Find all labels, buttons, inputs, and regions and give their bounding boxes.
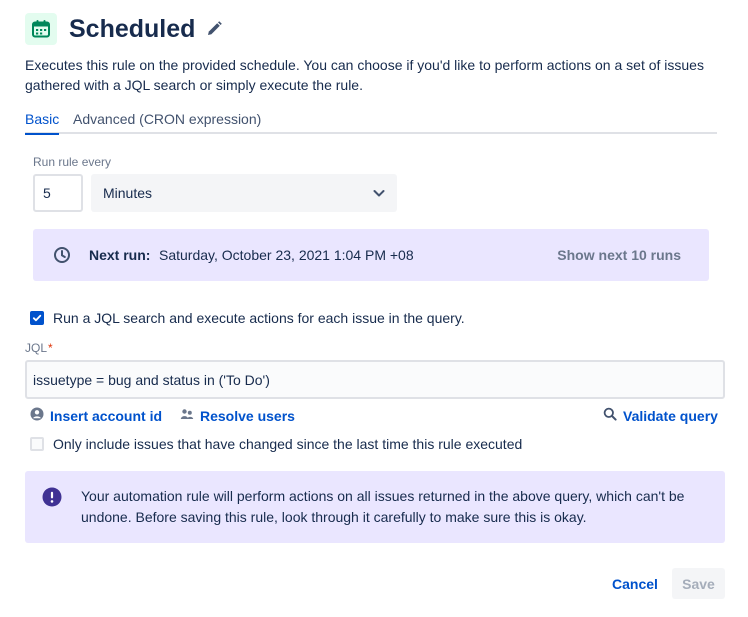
required-marker: * bbox=[48, 341, 53, 355]
chevron-down-icon bbox=[371, 185, 387, 204]
tab-list: Basic Advanced (CRON expression) bbox=[25, 109, 717, 135]
insert-account-id-link[interactable]: Insert account id bbox=[30, 407, 162, 424]
next-run-value: Saturday, October 23, 2021 1:04 PM +08 bbox=[159, 247, 414, 263]
jql-search-checkbox-label: Run a JQL search and execute actions for… bbox=[53, 310, 465, 326]
person-icon bbox=[30, 407, 50, 424]
changed-since-checkbox[interactable] bbox=[30, 437, 44, 451]
warning-text: Your automation rule will perform action… bbox=[81, 488, 685, 525]
calendar-icon bbox=[25, 13, 57, 45]
trigger-header: Scheduled bbox=[25, 13, 223, 45]
jql-input[interactable]: issuetype = bug and status in ('To Do') bbox=[25, 360, 725, 399]
changed-since-checkbox-row[interactable]: Only include issues that have changed si… bbox=[30, 436, 522, 452]
warning-panel: Your automation rule will perform action… bbox=[25, 471, 725, 543]
show-next-runs-button[interactable]: Show next 10 runs bbox=[557, 247, 681, 263]
tab-basic[interactable]: Basic bbox=[25, 111, 60, 135]
save-button[interactable]: Save bbox=[672, 568, 725, 599]
interval-unit-select[interactable]: Minutes bbox=[91, 174, 397, 212]
exclamation-icon bbox=[42, 487, 62, 512]
jql-search-checkbox[interactable] bbox=[30, 311, 44, 325]
tab-advanced-cron[interactable]: Advanced (CRON expression) bbox=[73, 111, 261, 133]
jql-label: JQL* bbox=[25, 341, 53, 355]
clock-icon bbox=[53, 246, 71, 269]
changed-since-checkbox-label: Only include issues that have changed si… bbox=[53, 436, 523, 452]
interval-input[interactable]: 5 bbox=[33, 174, 83, 212]
run-rule-every-label: Run rule every bbox=[33, 155, 112, 169]
resolve-users-link[interactable]: Resolve users bbox=[180, 407, 295, 424]
next-run-label: Next run: bbox=[89, 247, 151, 263]
pencil-icon[interactable] bbox=[205, 20, 223, 38]
people-icon bbox=[180, 407, 200, 424]
jql-search-checkbox-row[interactable]: Run a JQL search and execute actions for… bbox=[30, 310, 465, 326]
next-run-panel: Next run: Saturday, October 23, 2021 1:0… bbox=[33, 229, 709, 281]
cancel-button[interactable]: Cancel bbox=[606, 568, 664, 599]
search-icon bbox=[603, 407, 623, 424]
trigger-description: Executes this rule on the provided sched… bbox=[25, 57, 704, 93]
validate-query-link[interactable]: Validate query bbox=[603, 407, 718, 424]
page-title: Scheduled bbox=[69, 14, 196, 43]
interval-unit-value: Minutes bbox=[103, 185, 153, 201]
